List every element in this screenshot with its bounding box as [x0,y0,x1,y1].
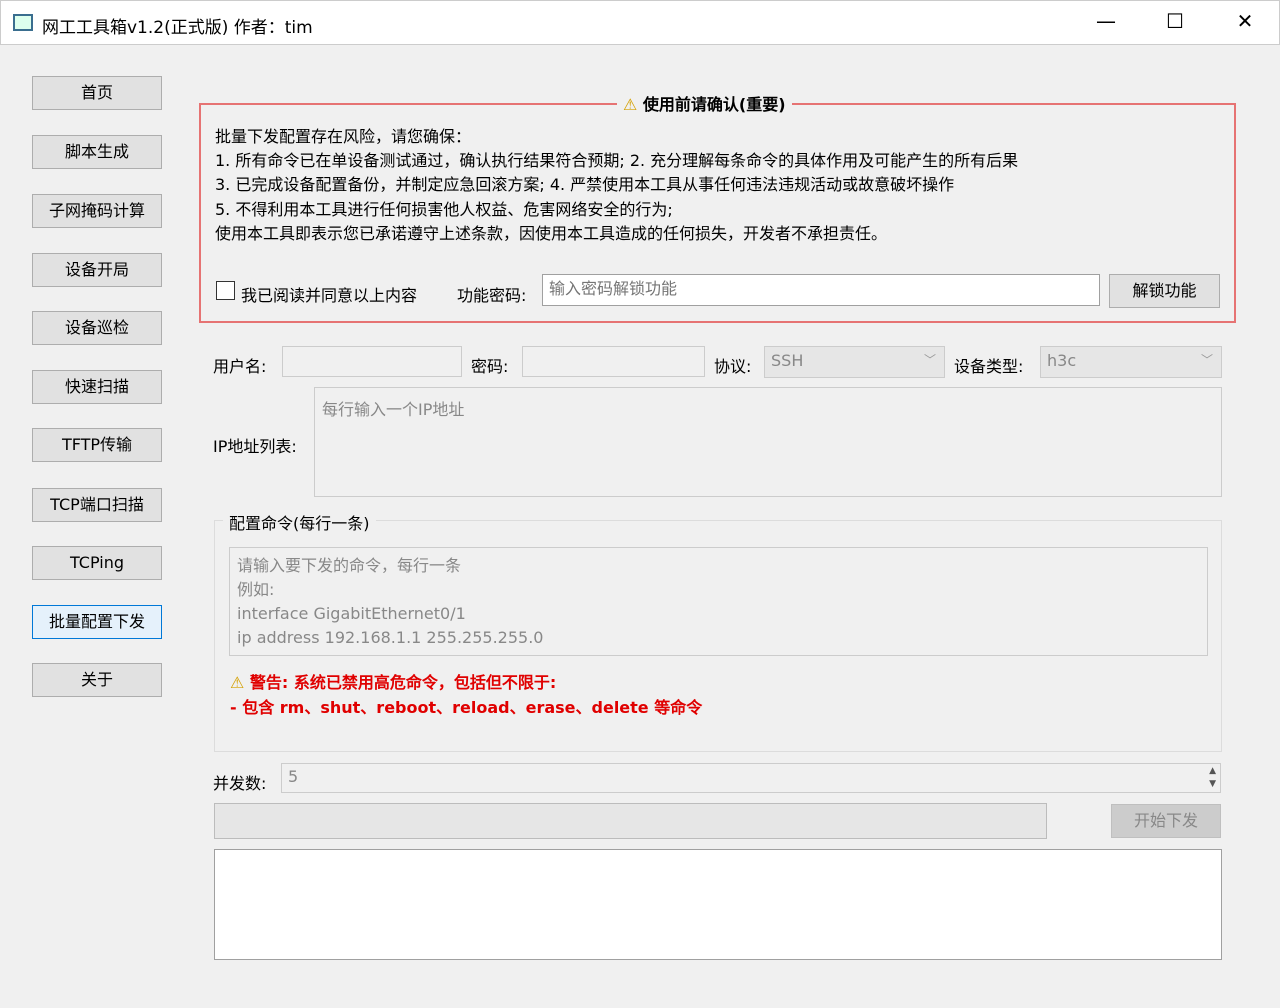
commands-textarea[interactable]: 请输入要下发的命令，每行一条 例如: interface GigabitEthe… [229,547,1208,656]
ip-list-textarea[interactable]: 每行输入一个IP地址 [314,387,1222,497]
notice-title-text: 使用前请确认(重要) [642,95,786,114]
placeholder-line: interface GigabitEthernet0/1 [237,604,466,623]
protocol-select[interactable]: SSH ﹀ [764,346,945,378]
danger-warning-text: 警告: 系统已禁用高危命令，包括但不限于: [249,673,557,692]
log-output[interactable] [214,849,1222,960]
nav-subnet-calc[interactable]: 子网掩码计算 [32,194,162,228]
title-bar: 网工工具箱v1.2(正式版) 作者：tim — ☐ ✕ [0,0,1280,45]
device-type-label: 设备类型: [954,357,1024,376]
nav-quick-scan[interactable]: 快速扫描 [32,370,162,404]
device-type-value: h3c [1047,351,1077,370]
password-label: 密码: [471,357,509,376]
minimize-button[interactable]: — [1086,9,1126,33]
chevron-down-icon: ﹀ [1200,353,1213,367]
password-input[interactable] [522,346,705,377]
protocol-label: 协议: [714,357,752,376]
notice-line: 3. 已完成设备配置备份，并制定应急回滚方案; 4. 严禁使用本工具从事任何违法… [215,175,955,194]
concurrency-label: 并发数: [213,774,267,793]
placeholder-line: ip address 192.168.1.1 255.255.255.0 [237,628,544,647]
password-label: 功能密码: [457,286,527,305]
unlock-button[interactable]: 解锁功能 [1109,274,1220,308]
notice-line: 使用本工具即表示您已承诺遵守上述条款，因使用本工具造成的任何损失，开发者不承担责… [215,224,888,243]
agree-checkbox[interactable] [216,281,235,300]
username-input[interactable] [282,346,462,377]
concurrency-value: 5 [288,767,299,786]
spin-arrows-icon[interactable]: ▲ ▼ [1209,765,1216,791]
function-password-input[interactable] [542,274,1100,306]
nav-script-gen[interactable]: 脚本生成 [32,135,162,169]
chevron-down-icon: ﹀ [923,353,936,367]
commands-title: 配置命令(每行一条) [223,510,376,534]
username-label: 用户名: [213,357,267,376]
placeholder-line: 请输入要下发的命令，每行一条 [237,556,462,575]
agree-label: 我已阅读并同意以上内容 [241,286,418,305]
concurrency-spinbox[interactable]: 5 ▲ ▼ [281,763,1221,793]
progress-bar [214,803,1047,839]
nav-tcping[interactable]: TCPing [32,546,162,580]
close-button[interactable]: ✕ [1225,9,1265,33]
maximize-button[interactable]: ☐ [1155,9,1195,33]
app-icon [13,14,33,31]
device-type-select[interactable]: h3c ﹀ [1040,346,1222,378]
nav-tcp-port-scan[interactable]: TCP端口扫描 [32,488,162,522]
nav-device-inspect[interactable]: 设备巡检 [32,311,162,345]
notice-line: 5. 不得利用本工具进行任何损害他人权益、危害网络安全的行为; [215,200,673,219]
nav-about[interactable]: 关于 [32,663,162,697]
nav-device-init[interactable]: 设备开局 [32,253,162,287]
notice-line: 批量下发配置存在风险，请您确保： [215,127,472,146]
danger-warning: ⚠ 警告: 系统已禁用高危命令，包括但不限于: [230,669,556,693]
notice-group: ⚠ 使用前请确认(重要) 批量下发配置存在风险，请您确保： 1. 所有命令已在单… [199,91,1236,323]
nav-tftp[interactable]: TFTP传输 [32,428,162,462]
nav-batch-config[interactable]: 批量配置下发 [32,605,162,639]
placeholder-line: 例如: [237,580,275,599]
warning-icon: ⚠ [623,95,638,114]
start-button[interactable]: 开始下发 [1111,804,1221,838]
ip-list-label: IP地址列表: [213,437,297,456]
commands-group: 配置命令(每行一条) 请输入要下发的命令，每行一条 例如: interface … [214,510,1222,752]
notice-line: 1. 所有命令已在单设备测试通过，确认执行结果符合预期; 2. 充分理解每条命令… [215,151,1019,170]
warning-icon: ⚠ [230,673,245,692]
nav-home[interactable]: 首页 [32,76,162,110]
banned-commands-text: - 包含 rm、shut、reboot、reload、erase、delete … [230,698,703,717]
protocol-value: SSH [771,351,804,370]
window-title: 网工工具箱v1.2(正式版) 作者：tim [42,18,313,38]
notice-title: ⚠ 使用前请确认(重要) [617,91,792,115]
